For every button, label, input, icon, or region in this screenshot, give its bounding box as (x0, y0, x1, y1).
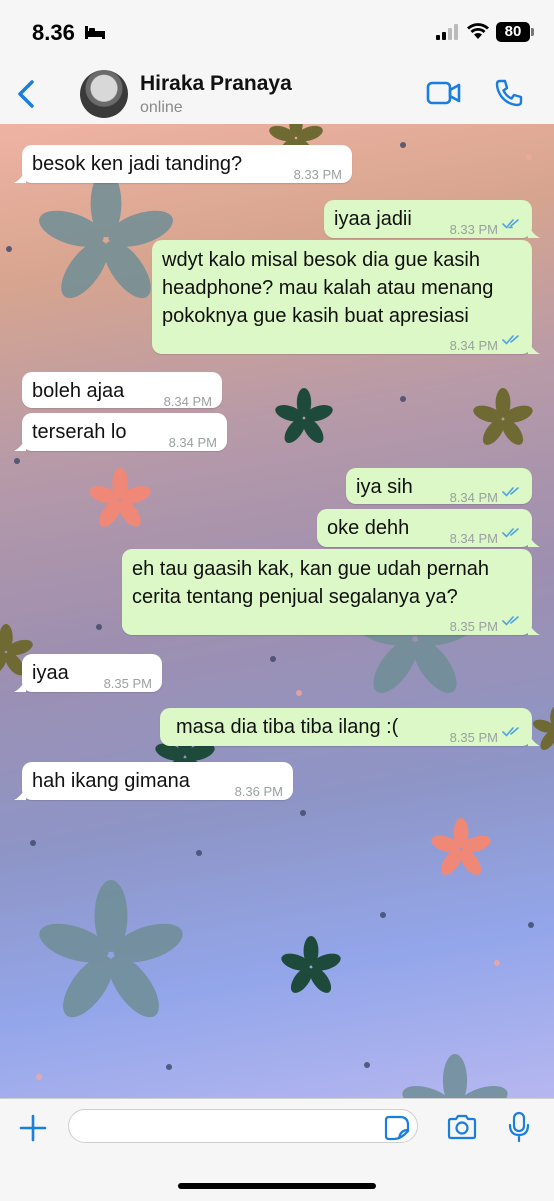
cellular-signal-icon (436, 24, 458, 40)
microphone-icon[interactable] (508, 1111, 530, 1143)
wallpaper-flower-icon (533, 706, 554, 751)
video-call-icon[interactable] (426, 80, 462, 106)
message-time: 8.34 PM (168, 435, 217, 450)
read-receipt-icon (502, 335, 519, 345)
wallpaper-flower-icon (275, 388, 333, 444)
message-time: 8.35 PM (449, 730, 498, 745)
wifi-icon (467, 23, 489, 39)
message-input[interactable] (68, 1109, 418, 1143)
message-text: masa dia tiba tiba ilang :( (176, 716, 399, 738)
bubble-tail (528, 224, 540, 238)
wallpaper-flower-icon (402, 1054, 508, 1098)
wallpaper-dot (30, 840, 36, 846)
wallpaper-dot (526, 154, 532, 160)
message-text: wdyt kalo misal besok dia gue kasih head… (162, 249, 494, 327)
wallpaper-dot (296, 690, 302, 696)
wallpaper-dot (400, 142, 406, 148)
message-bubble-incoming[interactable]: hah ikang gimana 8.36 PM (14, 762, 293, 800)
message-time: 8.36 PM (234, 784, 283, 799)
chat-header: Hiraka Pranaya online (0, 64, 554, 125)
wallpaper-dot (166, 1064, 172, 1070)
message-time: 8.34 PM (449, 338, 498, 353)
camera-icon[interactable] (446, 1113, 478, 1141)
message-text: iya sih (356, 476, 413, 498)
contact-name[interactable]: Hiraka Pranaya (140, 72, 292, 96)
wallpaper-flower-icon (281, 936, 341, 993)
bubble-tail (14, 678, 26, 692)
message-text: eh tau gaasih kak, kan gue udah pernah c… (132, 558, 489, 608)
message-bubble-incoming[interactable]: terserah lo 8.34 PM (14, 413, 227, 451)
read-receipt-icon (502, 727, 519, 737)
message-text: oke dehh (327, 517, 410, 539)
wallpaper-flower-icon (431, 818, 491, 875)
message-text: iyaa (32, 662, 69, 684)
message-bubble-incoming[interactable]: boleh ajaa 8.34 PM (22, 372, 222, 409)
wallpaper-dot (36, 1074, 42, 1080)
chat-area[interactable]: besok ken jadi tanding? 8.33 PM iyaa jad… (0, 124, 554, 1098)
message-bubble-outgoing[interactable]: wdyt kalo misal besok dia gue kasih head… (152, 240, 540, 354)
wallpaper-dot (14, 458, 20, 464)
wallpaper-dot (380, 912, 386, 918)
bed-icon (85, 26, 105, 39)
message-bubble-outgoing[interactable]: iya sih 8.34 PM (346, 468, 532, 505)
message-time: 8.34 PM (449, 490, 498, 505)
message-time: 8.35 PM (449, 619, 498, 634)
wallpaper-flower-icon (473, 388, 533, 445)
wallpaper-flower-icon (89, 468, 151, 527)
message-bubble-incoming[interactable]: besok ken jadi tanding? 8.33 PM (14, 145, 352, 183)
message-text: terserah lo (32, 421, 127, 443)
message-text: besok ken jadi tanding? (32, 153, 243, 175)
home-indicator (178, 1183, 376, 1189)
bubble-tail (14, 169, 26, 183)
wallpaper-flower-icon (39, 880, 183, 1018)
message-text: iyaa jadii (334, 208, 412, 230)
message-input-bar (0, 1098, 554, 1201)
bubble-tail (528, 340, 540, 354)
message-bubble-outgoing[interactable]: oke dehh 8.34 PM (317, 509, 540, 547)
plus-icon[interactable] (18, 1113, 48, 1143)
contact-status: online (140, 99, 183, 116)
message-time: 8.34 PM (163, 394, 212, 409)
message-time: 8.33 PM (293, 167, 342, 182)
message-text: hah ikang gimana (32, 770, 190, 792)
message-bubble-incoming[interactable]: iyaa 8.35 PM (14, 654, 162, 692)
bubble-tail (14, 437, 26, 451)
voice-call-icon[interactable] (494, 78, 524, 108)
message-text: boleh ajaa (32, 380, 125, 402)
sticker-icon[interactable] (384, 1115, 410, 1141)
read-receipt-icon (502, 528, 519, 538)
wallpaper-dot (300, 810, 306, 816)
bubble-tail (14, 786, 26, 800)
wallpaper-dot (6, 246, 12, 252)
read-receipt-icon (502, 219, 519, 229)
battery-tip (531, 28, 534, 36)
contact-avatar[interactable] (80, 70, 128, 118)
bubble-tail (528, 621, 540, 635)
wallpaper-dot (196, 850, 202, 856)
message-bubble-outgoing[interactable]: iyaa jadii 8.33 PM (324, 200, 540, 238)
wallpaper-dot (364, 1062, 370, 1068)
wallpaper-dot (270, 656, 276, 662)
message-bubble-outgoing[interactable]: masa dia tiba tiba ilang :( 8.35 PM (160, 708, 540, 746)
bubble-tail (528, 533, 540, 547)
wallpaper-dot (494, 960, 500, 966)
wallpaper-dot (400, 396, 406, 402)
wallpaper-dot (528, 922, 534, 928)
wallpaper-dot (96, 624, 102, 630)
read-receipt-icon (502, 487, 519, 497)
message-bubble-outgoing[interactable]: eh tau gaasih kak, kan gue udah pernah c… (122, 549, 540, 635)
message-time: 8.35 PM (103, 676, 152, 691)
bubble-tail (528, 732, 540, 746)
back-chevron-icon[interactable] (12, 78, 40, 110)
status-time: 8.36 (32, 20, 75, 45)
status-bar: 8.36 80 (0, 0, 554, 64)
battery-indicator: 80 (496, 22, 530, 42)
read-receipt-icon (502, 616, 519, 626)
